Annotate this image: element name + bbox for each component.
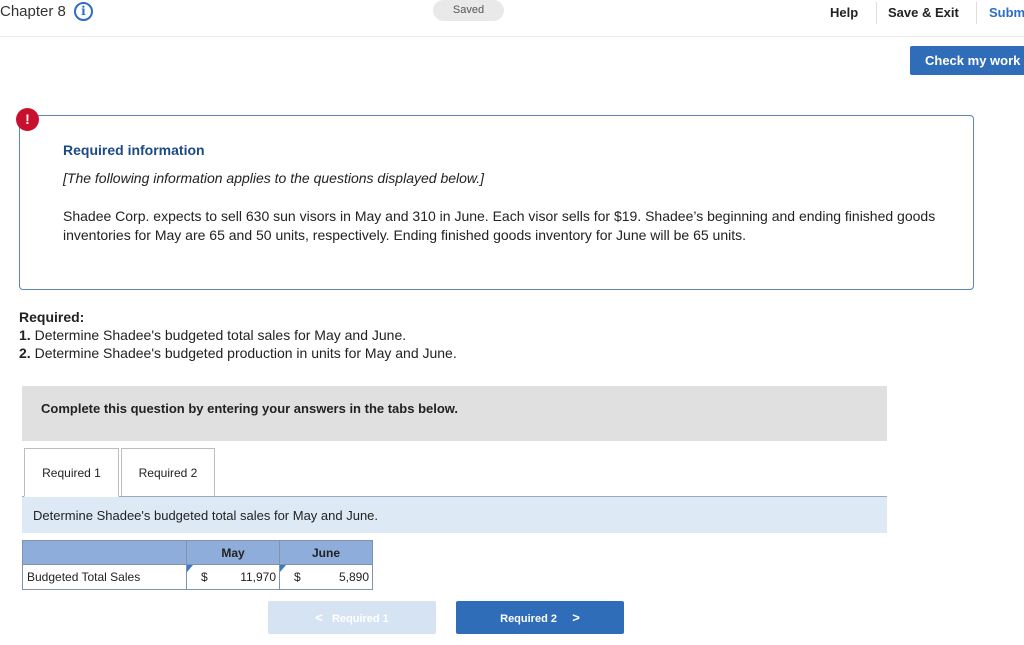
top-bar: Chapter 8 i Saved Help Save & Exit Subm <box>0 0 1024 37</box>
table-header-blank <box>22 540 187 565</box>
column-header-may: May <box>186 540 280 565</box>
june-sales-input[interactable]: $ 5,890 <box>279 564 373 590</box>
question-band: Determine Shadee's budgeted total sales … <box>22 497 887 533</box>
question-text: Determine Shadee's budgeted total sales … <box>33 508 379 523</box>
submit-button[interactable]: Subm <box>989 5 1024 20</box>
currency-symbol: $ <box>294 570 301 584</box>
required-item-1: 1. Determine Shadee's budgeted total sal… <box>19 327 406 343</box>
instruction-text: Complete this question by entering your … <box>41 401 459 416</box>
divider <box>876 2 877 24</box>
divider <box>976 2 977 24</box>
may-sales-value[interactable]: 11,970 <box>240 570 276 584</box>
required-item-text: Determine Shadee's budgeted production i… <box>30 345 457 361</box>
table-row: Budgeted Total Sales $ 11,970 $ 5,890 <box>22 564 373 590</box>
next-tab-label: Required 2 <box>500 613 557 625</box>
table-header-row: May June <box>22 540 373 565</box>
answer-flag-icon <box>280 565 286 572</box>
required-item-number: 2. <box>19 345 31 361</box>
required-item-number: 1. <box>19 327 31 343</box>
chevron-left-icon: < <box>315 610 323 625</box>
chapter-title: Chapter 8 i <box>0 2 93 21</box>
required-item-text: Determine Shadee's budgeted total sales … <box>30 327 407 343</box>
save-exit-button[interactable]: Save & Exit <box>888 5 959 20</box>
answer-flag-icon <box>187 565 193 572</box>
check-my-work-button[interactable]: Check my work <box>910 46 1024 75</box>
previous-tab-label: Required 1 <box>331 613 389 625</box>
required-information-subtitle: [The following information applies to th… <box>63 170 485 186</box>
required-information-title: Required information <box>63 142 205 158</box>
tab-required-2[interactable]: Required 2 <box>121 448 215 497</box>
help-button[interactable]: Help <box>830 5 858 20</box>
required-item-2: 2. Determine Shadee's budgeted productio… <box>19 345 457 361</box>
required-information-body: Shadee Corp. expects to sell 630 sun vis… <box>63 208 936 243</box>
required-heading: Required: <box>19 309 85 325</box>
required-information-panel: Required information [The following info… <box>19 115 974 290</box>
may-sales-input[interactable]: $ 11,970 <box>186 564 280 590</box>
previous-tab-button[interactable]: < Required 1 <box>268 601 436 634</box>
answer-table: May June Budgeted Total Sales $ 11,970 $… <box>22 540 373 590</box>
currency-symbol: $ <box>201 570 208 584</box>
row-label: Budgeted Total Sales <box>22 564 187 590</box>
chevron-right-icon: > <box>572 610 580 625</box>
tab-required-1[interactable]: Required 1 <box>24 448 119 497</box>
alert-icon: ! <box>16 108 39 131</box>
next-tab-button[interactable]: Required 2 > <box>456 601 624 634</box>
column-header-june: June <box>279 540 373 565</box>
june-sales-value[interactable]: 5,890 <box>339 570 369 584</box>
instruction-band: Complete this question by entering your … <box>22 386 887 441</box>
info-icon[interactable]: i <box>73 2 93 21</box>
saved-status-badge: Saved <box>433 0 504 21</box>
chapter-label: Chapter 8 <box>0 3 66 20</box>
